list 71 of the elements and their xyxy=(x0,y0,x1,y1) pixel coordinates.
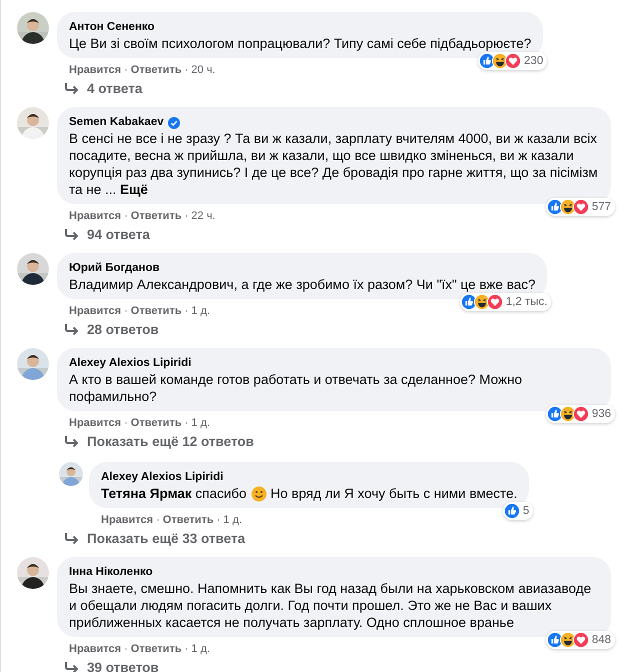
reply-arrow-icon xyxy=(65,83,79,95)
reactions-badge[interactable]: 230 xyxy=(478,52,548,70)
reaction-count: 848 xyxy=(592,634,611,646)
reaction-count: 1,2 тыс. xyxy=(506,296,548,308)
like-link[interactable]: Нравится xyxy=(101,514,154,526)
like-link[interactable]: Нравится xyxy=(69,210,122,222)
reply-link[interactable]: Ответить xyxy=(162,514,214,526)
timestamp: 1 д. xyxy=(191,305,210,317)
reply-arrow-icon xyxy=(65,533,79,545)
timestamp: 22 ч. xyxy=(191,210,216,222)
separator-dot: · xyxy=(124,643,128,655)
reactions-badge[interactable]: 848 xyxy=(546,631,615,649)
reactions-badge[interactable]: 1,2 тыс. xyxy=(460,293,552,311)
reply-arrow-icon xyxy=(65,324,79,336)
reaction-count: 936 xyxy=(592,408,611,420)
smiley-icon xyxy=(250,486,267,502)
comment-text: Но вряд ли Я хочу быть с ними вместе. xyxy=(270,485,518,502)
separator-dot: · xyxy=(124,417,128,429)
like-link[interactable]: Нравится xyxy=(69,643,122,655)
separator-dot: · xyxy=(124,210,128,222)
view-replies-link[interactable]: 28 ответов xyxy=(65,321,159,339)
view-replies-link[interactable]: Показать ещё 33 ответа xyxy=(65,530,246,548)
separator-dot: · xyxy=(184,305,188,317)
comment-text: Це Ви зі своїм психологом попрацювали? Типу самі себе підбадьорюєте? xyxy=(69,35,532,52)
comment-text: Тетяна Ярмак спасибо xyxy=(101,485,247,502)
author-name[interactable]: Semen Kabakaev xyxy=(69,115,180,130)
author-name[interactable]: Alexey Alexios Lipiridi xyxy=(101,470,224,485)
verified-badge-icon xyxy=(168,116,180,128)
separator-dot: · xyxy=(184,643,188,655)
author-name[interactable]: Інна Ніколенко xyxy=(69,565,153,580)
reply-link[interactable]: Ответить xyxy=(130,643,182,655)
reaction-count: 577 xyxy=(592,201,611,213)
separator-dot: · xyxy=(184,210,188,222)
separator-dot: · xyxy=(156,514,160,526)
reply-link[interactable]: Ответить xyxy=(130,305,182,317)
comment-text: А кто в вашей команде готов работать и отвечать за сделанное? Можно пофамильно? xyxy=(69,371,524,405)
timestamp: 1 д. xyxy=(223,514,242,526)
separator-dot: · xyxy=(184,64,188,76)
view-replies-link[interactable]: 4 ответа xyxy=(65,80,142,98)
like-link[interactable]: Нравится xyxy=(69,417,122,429)
separator-dot: · xyxy=(124,305,128,317)
reply-link[interactable]: Ответить xyxy=(130,210,182,222)
like-link[interactable]: Нравится xyxy=(69,305,122,317)
reaction-count: 5 xyxy=(522,505,530,517)
comment-text: Владимир Александрович, а где же зробимо їх разом? Чи "їх" це вже вас? xyxy=(69,276,536,293)
reactions-badge[interactable]: 936 xyxy=(546,405,615,423)
reply-link[interactable]: Ответить xyxy=(130,417,182,429)
author-name[interactable]: Антон Сененко xyxy=(69,20,155,35)
comment-text: В сенсі не все і не зразу ? Та ви ж казали, зарплату вчителям 4000, ви ж казали всіх посадите, весна ж прийшла, ви ж казали, що все швидко зміненься, ви ж казали корупція раз два зупинись? І де це все? Де бровадія про гарне життя, що за пісімізм та не ... Ещё xyxy=(69,130,599,198)
timestamp: 1 д. xyxy=(191,417,210,429)
author-name[interactable]: Юрий Богданов xyxy=(69,261,160,276)
separator-dot: · xyxy=(216,514,220,526)
see-more-link[interactable]: Ещё xyxy=(120,182,148,197)
reactions-badge[interactable]: 5 xyxy=(502,502,534,520)
reply-arrow-icon xyxy=(65,436,79,448)
timestamp: 20 ч. xyxy=(191,64,216,76)
separator-dot: · xyxy=(124,64,128,76)
view-replies-link[interactable]: 94 ответа xyxy=(65,226,150,244)
reply-link[interactable]: Ответить xyxy=(130,64,182,76)
author-name[interactable]: Alexey Alexios Lipiridi xyxy=(69,356,192,371)
view-replies-link[interactable]: Показать ещё 12 ответов xyxy=(65,433,254,451)
reaction-count: 230 xyxy=(524,55,544,67)
comment-text: Вы знаете, смешно. Напомнить как Вы год назад были на харьковском авиазаводе и обещали людям погасить долги. Год почти прошел. Это же не Вас и ваших приближенных касается не получать зарплату. Одно сплошное вранье xyxy=(69,580,592,631)
reply-arrow-icon xyxy=(65,662,79,672)
reactions-badge[interactable]: 577 xyxy=(546,198,615,216)
view-replies-link[interactable]: 39 ответов xyxy=(65,659,159,672)
thumbs-up-icon xyxy=(504,503,520,519)
like-link[interactable]: Нравится xyxy=(69,64,122,76)
reply-arrow-icon xyxy=(65,229,79,241)
timestamp: 1 д. xyxy=(191,643,210,655)
separator-dot: · xyxy=(184,417,188,429)
